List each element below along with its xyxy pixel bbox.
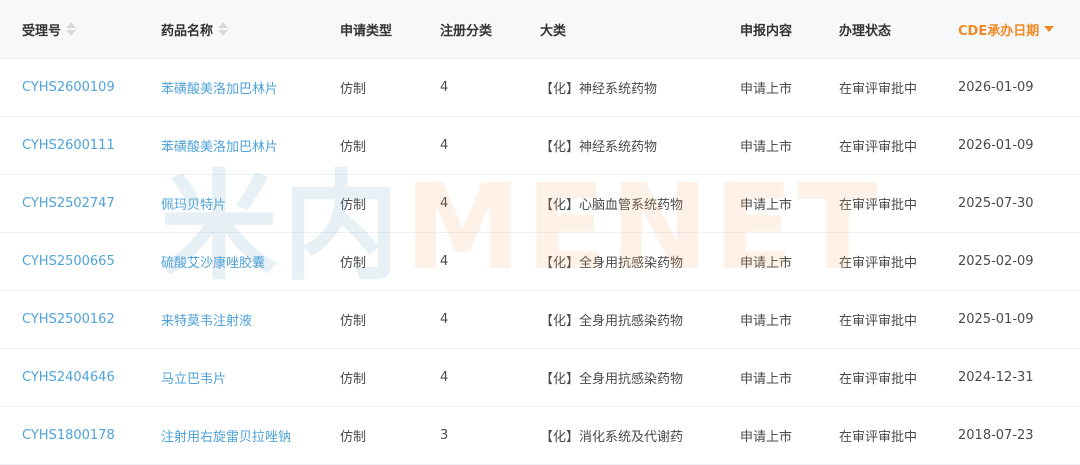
reg-class: 4: [440, 196, 449, 211]
table-row[interactable]: CYHS2502747 佩玛贝特片 仿制 4 【化】心脑血管系统药物 申请上市 在审评审批中…: [0, 175, 1080, 233]
cde-date: 2025-01-09: [958, 312, 1034, 327]
drug-registration-table: 受理号 药品名称 申请类型 注册分类 大类 申报内容 办理状态 CDE承办日期 …: [0, 0, 1080, 465]
table-row[interactable]: CYHS2600111 苯磺酸美洛加巴林片 仿制 4 【化】神经系统药物 申请上市 在审评审…: [0, 117, 1080, 175]
apply-type: 仿制: [340, 198, 367, 213]
apply-type: 仿制: [340, 140, 367, 155]
sort-icon[interactable]: [66, 22, 77, 36]
table-row[interactable]: CYHS2404646 马立巴韦片 仿制 4 【化】全身用抗感染药物 申请上市 在审评审批中…: [0, 349, 1080, 407]
drug-name-link[interactable]: 来特莫韦注射液: [161, 291, 252, 348]
table-row[interactable]: CYHS2500162 来特莫韦注射液 仿制 4 【化】全身用抗感染药物 申请上市 在审评审…: [0, 291, 1080, 349]
cde-date: 2026-01-09: [958, 138, 1034, 153]
category: 【化】神经系统药物: [540, 82, 658, 97]
cde-date: 2026-01-09: [958, 80, 1034, 95]
apply-type: 仿制: [340, 82, 367, 97]
accept-no-link[interactable]: CYHS2600111: [22, 117, 115, 174]
drug-name-link[interactable]: 注射用右旋雷贝拉唑钠: [161, 407, 291, 464]
reg-class: 4: [440, 254, 449, 269]
drug-name-link[interactable]: 马立巴韦片: [161, 349, 226, 406]
status: 在审评审批中: [839, 82, 918, 97]
apply-type: 仿制: [340, 256, 367, 271]
status: 在审评审批中: [839, 140, 918, 155]
table-row[interactable]: CYHS2500665 硫酸艾沙康唑胶囊 仿制 4 【化】全身用抗感染药物 申请上市 在审评…: [0, 233, 1080, 291]
accept-no-link[interactable]: CYHS1800178: [22, 407, 115, 464]
category: 【化】心脑血管系统药物: [540, 198, 684, 213]
apply-content: 申请上市: [740, 256, 793, 271]
apply-content: 申请上市: [740, 140, 793, 155]
header-category: 大类: [540, 23, 567, 39]
cde-date: 2024-12-31: [958, 370, 1034, 385]
drug-name-link[interactable]: 苯磺酸美洛加巴林片: [161, 117, 278, 174]
header-label: 受理号: [22, 23, 62, 39]
sort-icon[interactable]: [218, 22, 229, 36]
header-label: 药品名称: [161, 23, 214, 39]
category: 【化】全身用抗感染药物: [540, 256, 684, 271]
status: 在审评审批中: [839, 198, 918, 213]
drug-name-link[interactable]: 硫酸艾沙康唑胶囊: [161, 233, 265, 290]
category: 【化】消化系统及代谢药: [540, 430, 684, 445]
cde-date: 2025-02-09: [958, 254, 1034, 269]
apply-type: 仿制: [340, 430, 367, 445]
apply-content: 申请上市: [740, 198, 793, 213]
drug-name-link[interactable]: 佩玛贝特片: [161, 175, 226, 232]
reg-class: 3: [440, 428, 449, 443]
status: 在审评审批中: [839, 314, 918, 329]
status: 在审评审批中: [839, 430, 918, 445]
header-cde-date[interactable]: CDE承办日期: [958, 0, 1055, 58]
header-drug-name[interactable]: 药品名称: [161, 0, 229, 58]
apply-type: 仿制: [340, 372, 367, 387]
drug-name-link[interactable]: 苯磺酸美洛加巴林片: [161, 59, 278, 116]
accept-no-link[interactable]: CYHS2600109: [22, 59, 115, 116]
reg-class: 4: [440, 138, 449, 153]
header-label: CDE承办日期: [958, 23, 1040, 39]
accept-no-link[interactable]: CYHS2404646: [22, 349, 115, 406]
apply-type: 仿制: [340, 314, 367, 329]
table-body: CYHS2600109 苯磺酸美洛加巴林片 仿制 4 【化】神经系统药物 申请上市 在审评审…: [0, 59, 1080, 465]
reg-class: 4: [440, 312, 449, 327]
reg-class: 4: [440, 80, 449, 95]
header-accept-no[interactable]: 受理号: [22, 0, 77, 58]
header-status: 办理状态: [839, 23, 892, 39]
accept-no-link[interactable]: CYHS2500162: [22, 291, 115, 348]
accept-no-link[interactable]: CYHS2502747: [22, 175, 115, 232]
header-content: 申报内容: [740, 23, 793, 39]
sort-desc-icon[interactable]: [1044, 26, 1055, 32]
status: 在审评审批中: [839, 372, 918, 387]
apply-content: 申请上市: [740, 430, 793, 445]
cde-date: 2025-07-30: [958, 196, 1034, 211]
category: 【化】全身用抗感染药物: [540, 372, 684, 387]
reg-class: 4: [440, 370, 449, 385]
category: 【化】全身用抗感染药物: [540, 314, 684, 329]
cde-date: 2018-07-23: [958, 428, 1034, 443]
table-header: 受理号 药品名称 申请类型 注册分类 大类 申报内容 办理状态 CDE承办日期: [0, 0, 1080, 59]
header-reg-class: 注册分类: [440, 23, 493, 39]
table-row[interactable]: CYHS1800178 注射用右旋雷贝拉唑钠 仿制 3 【化】消化系统及代谢药 申请上市 在…: [0, 407, 1080, 465]
header-apply-type: 申请类型: [340, 23, 393, 39]
apply-content: 申请上市: [740, 314, 793, 329]
accept-no-link[interactable]: CYHS2500665: [22, 233, 115, 290]
apply-content: 申请上市: [740, 82, 793, 97]
status: 在审评审批中: [839, 256, 918, 271]
category: 【化】神经系统药物: [540, 140, 658, 155]
table-row[interactable]: CYHS2600109 苯磺酸美洛加巴林片 仿制 4 【化】神经系统药物 申请上市 在审评审…: [0, 59, 1080, 117]
apply-content: 申请上市: [740, 372, 793, 387]
